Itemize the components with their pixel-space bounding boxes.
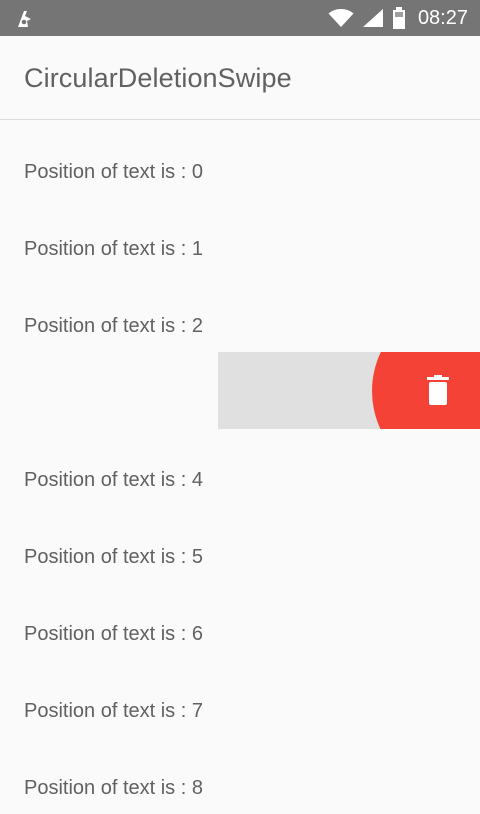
wifi-icon (328, 9, 354, 27)
item-list[interactable]: Position of text is : 0 Position of text… (0, 121, 480, 814)
list-item-label: Position of text is : 6 (24, 623, 203, 645)
list-item-label: Position of text is : 4 (24, 469, 203, 491)
app-bar: CircularDeletionSwipe (0, 36, 480, 120)
status-time: 08:27 (417, 6, 468, 29)
notification-app-icon (18, 11, 31, 27)
list-item[interactable]: Position of text is : 8 (0, 737, 480, 814)
list-item-label: Position of text is : 5 (24, 546, 203, 568)
list-item[interactable]: Position of text is : 1 (0, 198, 480, 275)
list-item[interactable]: Position of text is : 7 (0, 660, 480, 737)
signal-icon (362, 9, 383, 27)
list-item[interactable]: Position of text is : 0 (0, 121, 480, 198)
swiping-list-item[interactable] (0, 352, 480, 429)
list-item[interactable]: Position of text is : 2 (0, 275, 480, 352)
delete-reveal-circle[interactable] (372, 352, 480, 429)
list-item[interactable]: Position of text is : 5 (0, 506, 480, 583)
list-item[interactable]: Position of text is : 6 (0, 583, 480, 660)
list-item[interactable]: Position of text is : 4 (0, 429, 480, 506)
page-title: CircularDeletionSwipe (24, 63, 292, 93)
list-item-label: Position of text is : 0 (24, 161, 203, 183)
trash-icon[interactable] (427, 375, 449, 405)
status-bar: 08:27 (0, 0, 480, 36)
list-item-label: Position of text is : 7 (24, 700, 203, 722)
list-item-label: Position of text is : 1 (24, 238, 203, 260)
battery-icon (392, 7, 405, 29)
list-item-label: Position of text is : 2 (24, 315, 203, 337)
list-item-label: Position of text is : 8 (24, 777, 203, 799)
